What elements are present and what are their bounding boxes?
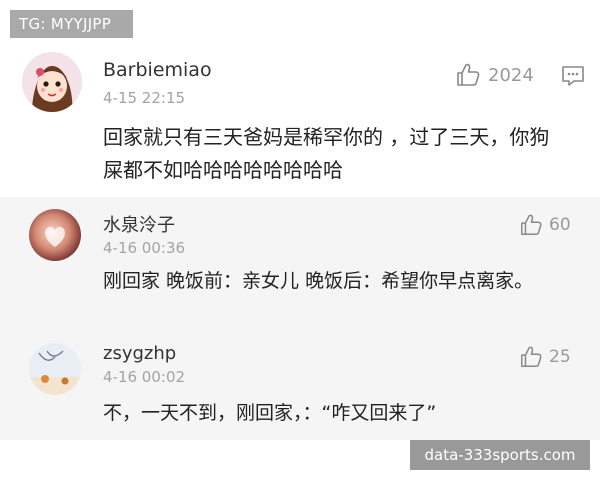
timestamp: 4-16 00:36 <box>103 239 186 257</box>
reply-text: 不，一天不到，刚回家，：“咋又回来了” <box>103 402 437 424</box>
username[interactable]: zsygzhp <box>103 343 176 364</box>
reply-thread: 水泉泠子 4-16 00:36 60 刚回家 晚饭前：亲女儿 晚饭后：希望你早点… <box>0 197 600 440</box>
comment-reply-icon[interactable] <box>561 65 585 91</box>
main-comment: Barbiemiao 4-15 22:15 2024 回家就只有三天爸妈是稀罕你… <box>0 45 600 195</box>
username[interactable]: 水泉泠子 <box>103 211 175 237</box>
cartoon-girl-avatar-icon <box>22 52 82 112</box>
timestamp: 4-16 00:02 <box>103 368 186 386</box>
thumbs-up-icon <box>521 214 542 235</box>
like-button[interactable]: 60 <box>519 213 571 237</box>
like-count: 60 <box>549 215 571 235</box>
like-count: 25 <box>549 347 571 367</box>
avatar[interactable] <box>29 209 81 261</box>
timestamp: 4-15 22:15 <box>103 89 186 107</box>
thumbs-up-icon <box>457 63 480 86</box>
like-button[interactable]: 2024 <box>455 62 534 88</box>
username[interactable]: Barbiemiao <box>103 59 212 81</box>
thumbs-up-icon <box>521 346 542 367</box>
avatar[interactable] <box>29 343 81 395</box>
landscape-avatar-icon <box>29 343 81 395</box>
heart-photo-avatar-icon <box>29 209 81 261</box>
like-button[interactable]: 25 <box>519 345 571 369</box>
avatar[interactable] <box>22 52 82 112</box>
watermark-label: TG: MYYJJPP <box>10 10 133 38</box>
like-count: 2024 <box>488 64 534 86</box>
watermark-label: data-333sports.com <box>410 440 590 470</box>
comment-text: 回家就只有三天爸妈是稀罕你的 ，过了三天，你狗屎都不如哈哈哈哈哈哈哈哈 <box>103 125 550 182</box>
reply-text: 刚回家 晚饭前：亲女儿 晚饭后：希望你早点离家。 <box>103 270 534 292</box>
